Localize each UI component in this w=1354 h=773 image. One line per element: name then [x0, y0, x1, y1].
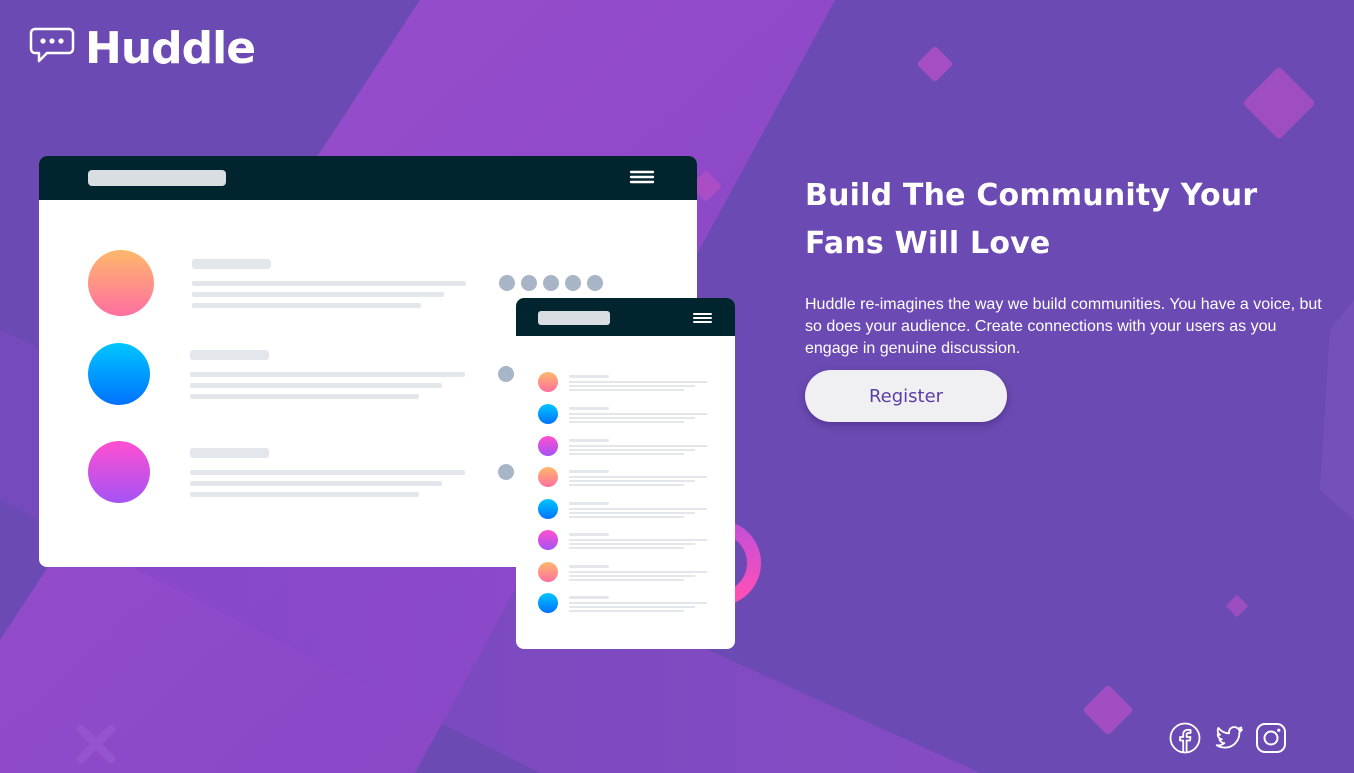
register-button[interactable]: Register: [805, 370, 1007, 422]
twitter-icon[interactable]: [1211, 722, 1243, 754]
facebook-icon[interactable]: [1169, 722, 1201, 754]
hero-description: Huddle re-imagines the way we build comm…: [805, 296, 1322, 357]
brand-logo[interactable]: Huddle: [29, 23, 256, 74]
hero-title-line-1: Build The Community Your: [805, 178, 1258, 213]
mobile-window: [516, 298, 735, 649]
brand-name: Huddle: [85, 23, 256, 74]
hero-section: Build The Community Your Fans Will Love …: [805, 172, 1325, 360]
hero-title-line-2: Fans Will Love: [805, 226, 1051, 261]
speech-bubble-icon: [29, 27, 75, 71]
hero-title: Build The Community Your Fans Will Love: [805, 172, 1325, 268]
instagram-icon[interactable]: [1255, 722, 1287, 754]
app-mockup-illustration: [39, 156, 761, 649]
